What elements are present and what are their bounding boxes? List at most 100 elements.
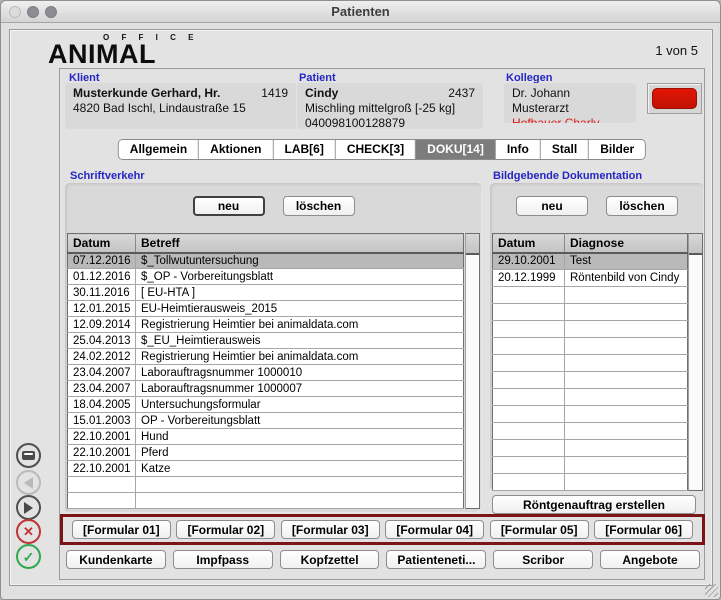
roentgenauftrag-button[interactable]: Röntgenauftrag erstellen <box>492 495 696 514</box>
schriftverkehr-loeschen-button[interactable]: löschen <box>283 196 355 216</box>
cell: 01.12.2016 <box>68 269 136 285</box>
table-row[interactable]: 29.10.2001Test <box>493 253 688 270</box>
titlebar[interactable]: Patienten <box>1 1 720 23</box>
action-button-2[interactable]: Impfpass <box>173 550 273 569</box>
cell <box>493 423 565 440</box>
table-row <box>493 304 688 321</box>
table-row[interactable]: 12.09.2014Registrierung Heimtier bei ani… <box>68 317 464 333</box>
bilddoku-table: DatumDiagnose29.10.2001Test20.12.1999Rön… <box>492 233 688 491</box>
cell <box>68 477 136 493</box>
table-row <box>493 440 688 457</box>
table-row[interactable]: 18.04.2005Untersuchungsformular <box>68 397 464 413</box>
cell: 18.04.2005 <box>68 397 136 413</box>
cell <box>565 304 688 321</box>
table-row[interactable]: 12.01.2015EU-Heimtierausweis_2015 <box>68 301 464 317</box>
kollegen-assistant-link[interactable]: Hofbauer Charly <box>512 116 628 123</box>
red-status-button-frame <box>647 83 702 114</box>
tab-bar: AllgemeinAktionenLAB[6]CHECK[3]DOKU[14]I… <box>118 139 646 160</box>
forward-button[interactable] <box>16 495 41 520</box>
bilddoku-neu-button[interactable]: neu <box>516 196 588 216</box>
table-row[interactable]: 15.01.2003OP - Vorbereitungsblatt <box>68 413 464 429</box>
cell: 12.09.2014 <box>68 317 136 333</box>
cell: OP - Vorbereitungsblatt <box>136 413 464 429</box>
tab-check-3[interactable]: CHECK[3] <box>336 140 416 159</box>
klient-address: 4820 Bad Ischl, Lindaustraße 15 <box>73 101 288 116</box>
schriftverkehr-neu-button[interactable]: neu <box>193 196 265 216</box>
table-row[interactable]: 20.12.1999Röntenbild von Cindy <box>493 270 688 287</box>
cell <box>493 321 565 338</box>
table-row[interactable]: 22.10.2001Katze <box>68 461 464 477</box>
table-row <box>68 477 464 493</box>
scrollbar-track[interactable] <box>688 233 703 491</box>
cell <box>565 474 688 491</box>
cancel-icon: ✕ <box>23 525 34 538</box>
red-status-button[interactable] <box>652 88 697 109</box>
formular-button-group: [Formular 01] [Formular 02] [Formular 03] [… <box>60 514 705 545</box>
cell: Untersuchungsformular <box>136 397 464 413</box>
cancel-button[interactable]: ✕ <box>16 519 41 544</box>
cell <box>493 389 565 406</box>
tab-lab-6[interactable]: LAB[6] <box>274 140 336 159</box>
kollegen-doctor: Dr. Johann Musterarzt <box>512 86 628 116</box>
tab-aktionen[interactable]: Aktionen <box>199 140 273 159</box>
tab-stall[interactable]: Stall <box>541 140 589 159</box>
formular-button-1[interactable]: [Formular 01] <box>72 520 171 539</box>
cell: 24.02.2012 <box>68 349 136 365</box>
table-row[interactable]: 30.11.2016[ EU-HTA ] <box>68 285 464 301</box>
table-row[interactable]: 25.04.2013$_EU_Heimtierausweis <box>68 333 464 349</box>
table-row[interactable]: 22.10.2001Pferd <box>68 445 464 461</box>
tab-doku-14[interactable]: DOKU[14] <box>416 140 496 159</box>
back-button[interactable] <box>16 470 41 495</box>
patient-id: 2437 <box>448 86 475 101</box>
animal-office-logo: O F F I C E ANIMAL <box>48 33 198 67</box>
action-button-3[interactable]: Kopfzettel <box>280 550 380 569</box>
table-row[interactable]: 01.12.2016$_OP - Vorbereitungsblatt <box>68 269 464 285</box>
tab-info[interactable]: Info <box>496 140 541 159</box>
tab-allgemein[interactable]: Allgemein <box>119 140 199 159</box>
action-button-5[interactable]: Scribor <box>493 550 593 569</box>
table-row[interactable]: 23.04.2007Laborauftragsnummer 1000010 <box>68 365 464 381</box>
formular-button-4[interactable]: [Formular 04] <box>385 520 484 539</box>
bilddoku-loeschen-button[interactable]: löschen <box>606 196 678 216</box>
cell: Test <box>565 253 688 270</box>
tab-bilder[interactable]: Bilder <box>589 140 645 159</box>
bildgebende-dokumentation-label: Bildgebende Dokumentation <box>493 170 642 182</box>
cell: 29.10.2001 <box>493 253 565 270</box>
action-button-1[interactable]: Kundenkarte <box>66 550 166 569</box>
schriftverkehr-label: Schriftverkehr <box>70 170 145 182</box>
cell: 12.01.2015 <box>68 301 136 317</box>
table-row <box>493 389 688 406</box>
cell: Laborauftragsnummer 1000010 <box>136 365 464 381</box>
patient-breed: Mischling mittelgroß [-25 kg] <box>305 101 475 116</box>
action-button-6[interactable]: Angebote <box>600 550 700 569</box>
formular-button-2[interactable]: [Formular 02] <box>176 520 275 539</box>
cell <box>68 493 136 509</box>
formular-button-6[interactable]: [Formular 06] <box>594 520 693 539</box>
cell <box>493 474 565 491</box>
table-row[interactable]: 22.10.2001Hund <box>68 429 464 445</box>
cell: Registrierung Heimtier bei animaldata.co… <box>136 349 464 365</box>
formular-button-3[interactable]: [Formular 03] <box>281 520 380 539</box>
action-button-4[interactable]: Patienteneti... <box>386 550 486 569</box>
formular-button-5[interactable]: [Formular 05] <box>490 520 589 539</box>
inbox-button[interactable] <box>16 443 41 468</box>
confirm-icon: ✓ <box>23 550 35 564</box>
confirm-button[interactable]: ✓ <box>16 544 41 569</box>
table-row[interactable]: 23.04.2007Laborauftragsnummer 1000007 <box>68 381 464 397</box>
cell <box>493 406 565 423</box>
record-counter: 1 von 5 <box>655 43 698 58</box>
content-box: Klient Musterkunde Gerhard, Hr. 1419 482… <box>59 68 705 580</box>
cell: $_EU_Heimtierausweis <box>136 333 464 349</box>
cell <box>565 457 688 474</box>
table-row[interactable]: 24.02.2012Registrierung Heimtier bei ani… <box>68 349 464 365</box>
table-row[interactable]: 07.12.2016$_Tollwutuntersuchung <box>68 253 464 269</box>
klient-info-field: Musterkunde Gerhard, Hr. 1419 4820 Bad I… <box>65 83 296 129</box>
cell <box>136 493 464 509</box>
scrollbar-track[interactable] <box>465 233 480 509</box>
resize-grip[interactable] <box>705 584 718 597</box>
column-header: Betreff <box>136 234 464 253</box>
cell <box>493 372 565 389</box>
back-icon <box>24 477 33 489</box>
column-header: Diagnose <box>565 234 688 253</box>
schriftverkehr-group: neu löschen DatumBetreff07.12.2016$_Toll… <box>65 183 482 513</box>
